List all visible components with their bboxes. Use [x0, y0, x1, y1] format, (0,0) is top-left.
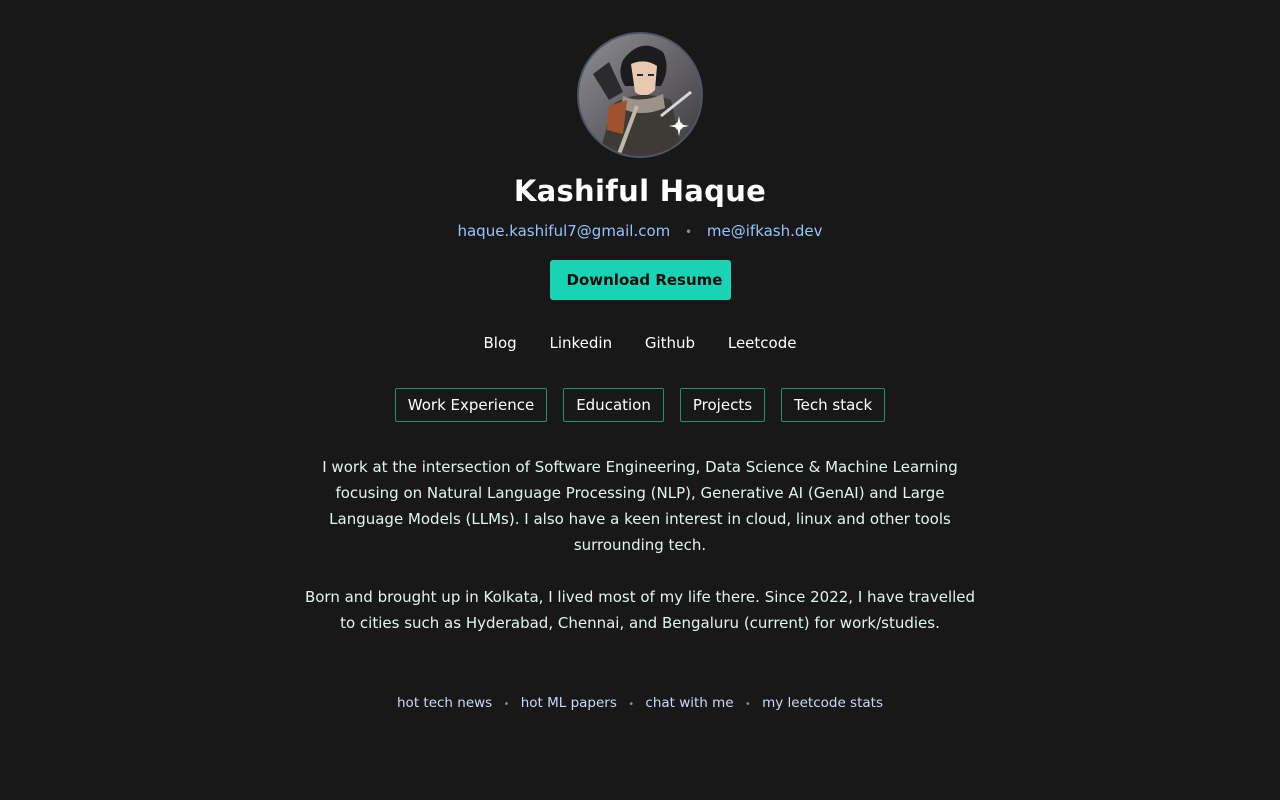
profile-avatar-image	[579, 34, 701, 156]
footer-links: hot tech news • hot ML papers • chat wit…	[0, 695, 1280, 711]
leetcode-link[interactable]: Leetcode	[728, 334, 797, 352]
download-resume-button[interactable]: Download Resume	[550, 260, 731, 300]
leetcode-stats-link[interactable]: my leetcode stats	[762, 695, 883, 711]
tab-tech-stack[interactable]: Tech stack	[781, 388, 886, 422]
contact-emails: haque.kashiful7@gmail.com • me@ifkash.de…	[0, 222, 1280, 240]
social-links: Blog Linkedin Github Leetcode	[0, 334, 1280, 352]
linkedin-link[interactable]: Linkedin	[549, 334, 612, 352]
tab-projects[interactable]: Projects	[679, 388, 766, 422]
footer-separator: •	[503, 699, 510, 710]
email-primary-link[interactable]: haque.kashiful7@gmail.com	[457, 222, 670, 240]
github-link[interactable]: Github	[645, 334, 695, 352]
profile-name: Kashiful Haque	[513, 174, 767, 208]
avatar	[577, 32, 703, 158]
tab-work-experience[interactable]: Work Experience	[394, 388, 548, 422]
email-separator: •	[685, 225, 693, 239]
tab-education[interactable]: Education	[563, 388, 664, 422]
footer-separator: •	[744, 699, 751, 710]
portfolio-page: Kashiful Haque haque.kashiful7@gmail.com…	[0, 0, 1280, 800]
section-tabs: Work Experience Education Projects Tech …	[0, 388, 1280, 422]
hot-tech-news-link[interactable]: hot tech news	[397, 695, 492, 711]
bio-paragraph-2: Born and brought up in Kolkata, I lived …	[304, 588, 976, 632]
footer-separator: •	[628, 699, 635, 710]
chat-with-me-link[interactable]: chat with me	[645, 695, 733, 711]
hot-ml-papers-link[interactable]: hot ML papers	[521, 695, 617, 711]
blog-link[interactable]: Blog	[484, 334, 517, 352]
email-secondary-link[interactable]: me@ifkash.dev	[707, 222, 823, 240]
bio-paragraph-1: I work at the intersection of Software E…	[322, 458, 958, 554]
